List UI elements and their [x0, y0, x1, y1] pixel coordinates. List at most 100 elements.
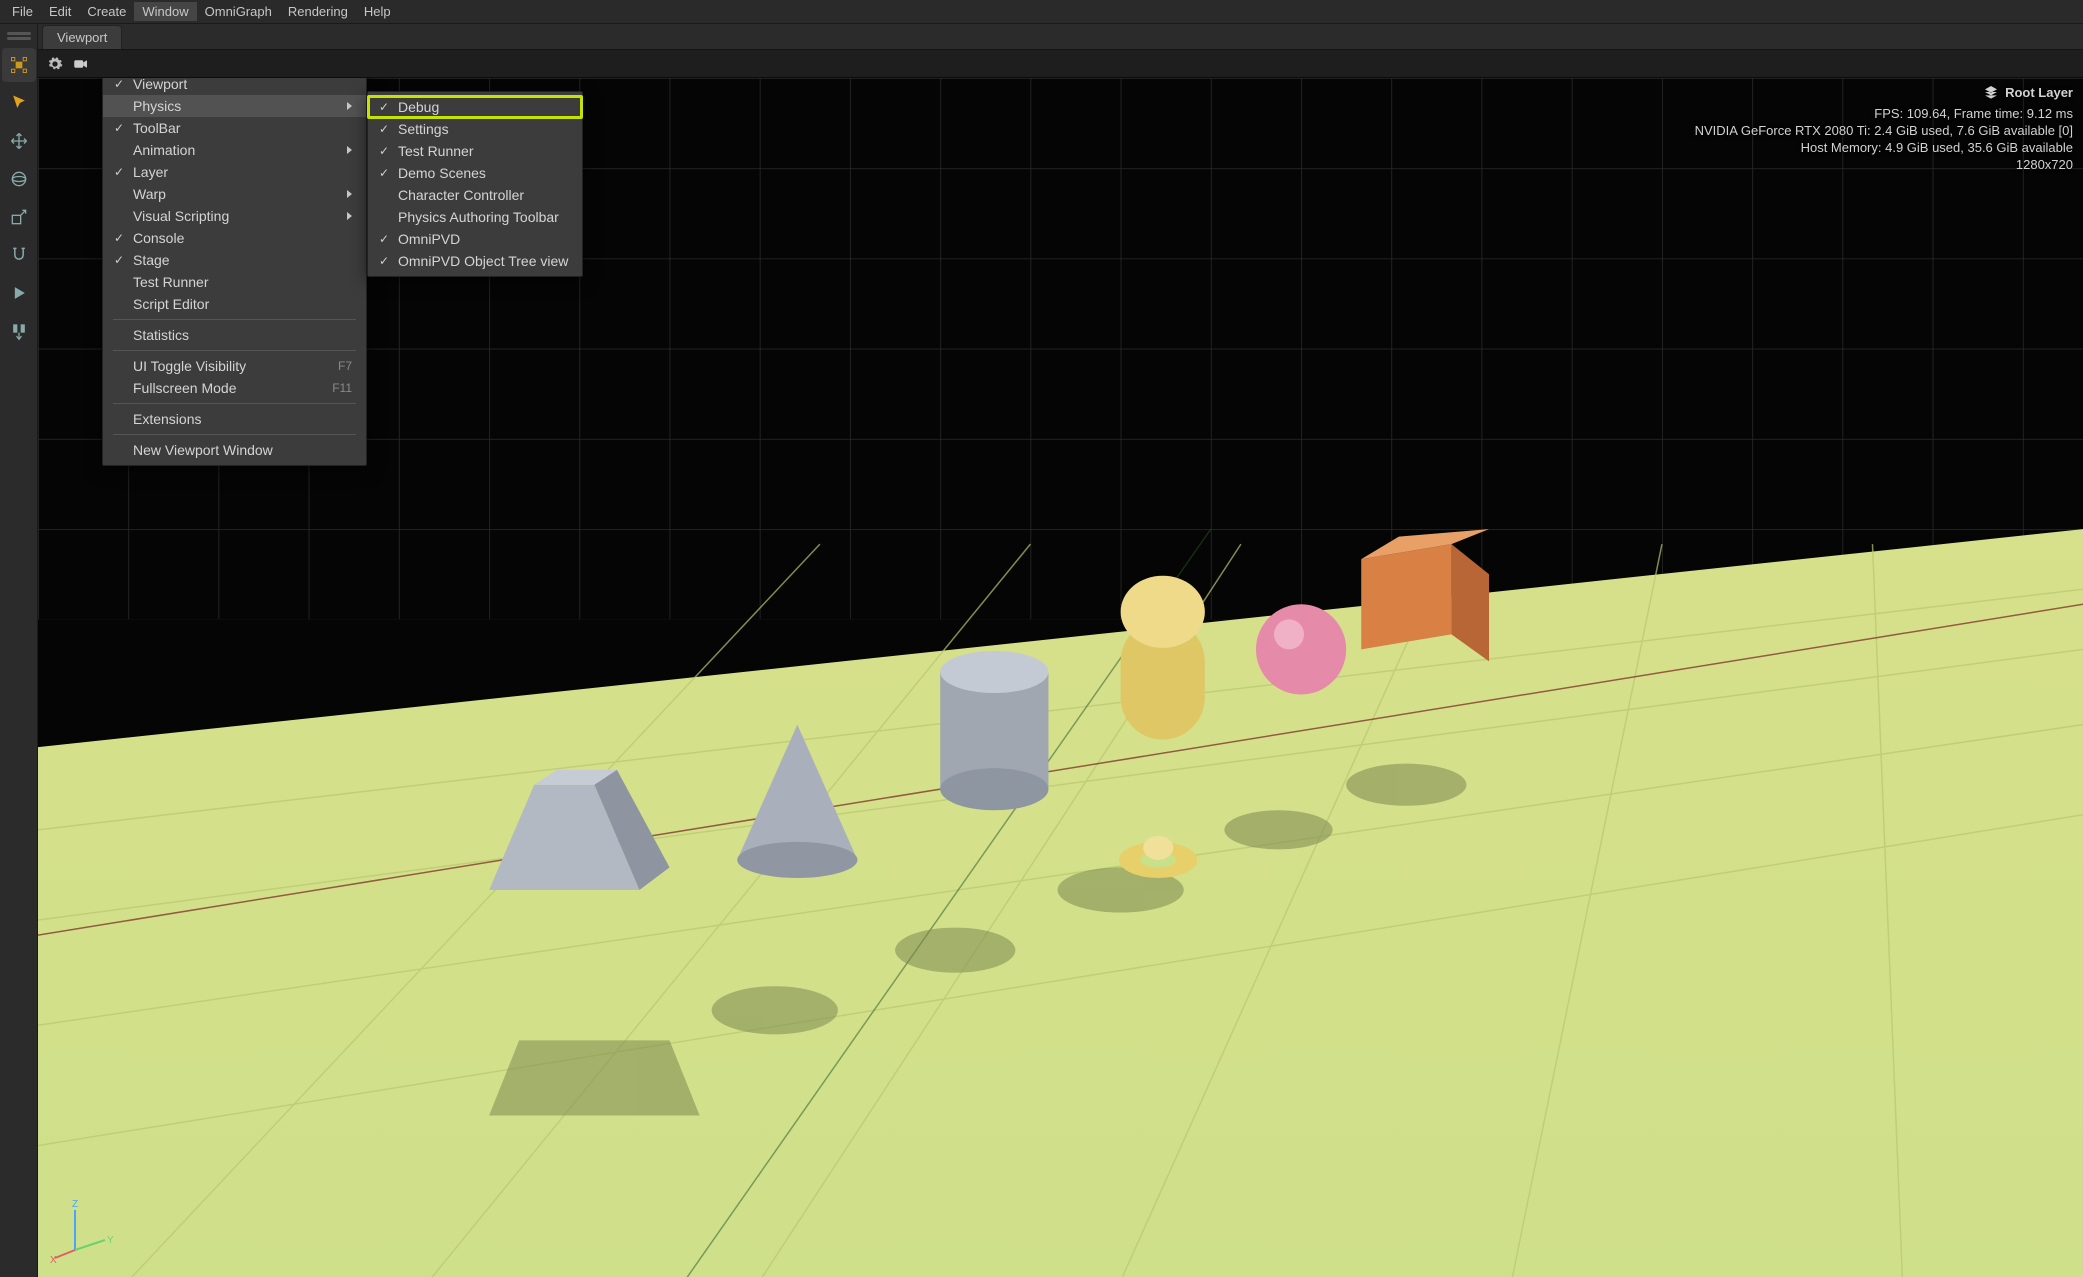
menu-item-label: Visual Scripting [133, 208, 339, 224]
physics-submenu-item-settings[interactable]: ✓Settings [368, 118, 582, 140]
physics-submenu-item-character-controller[interactable]: Character Controller [368, 184, 582, 206]
physics-submenu[interactable]: ✓Debug✓Settings✓Test Runner✓Demo ScenesC… [367, 91, 583, 277]
svg-text:X: X [50, 1255, 57, 1265]
check-icon: ✓ [376, 231, 392, 247]
axis-gizmo[interactable]: Z Y X [50, 1195, 120, 1265]
root-layer-label: Root Layer [2005, 85, 2073, 100]
window-menu-item-console[interactable]: ✓Console [103, 227, 366, 249]
check-icon [111, 296, 127, 312]
root-layer-button[interactable]: Root Layer [1695, 84, 2073, 100]
check-icon: ✓ [111, 164, 127, 180]
tab-viewport[interactable]: Viewport [42, 25, 122, 49]
check-icon: ✓ [111, 78, 127, 92]
menu-item-shortcut: F11 [332, 381, 352, 395]
check-icon [111, 186, 127, 202]
chevron-right-icon [347, 190, 352, 198]
menu-item-label: Demo Scenes [398, 165, 568, 181]
check-icon [111, 411, 127, 427]
check-icon [111, 208, 127, 224]
chevron-right-icon [347, 146, 352, 154]
menu-rendering[interactable]: Rendering [280, 2, 356, 21]
menu-create[interactable]: Create [79, 2, 134, 21]
check-icon: ✓ [111, 252, 127, 268]
physics-submenu-item-omnipvd[interactable]: ✓OmniPVD [368, 228, 582, 250]
layers-icon [1983, 84, 1999, 100]
menu-item-label: Physics [133, 98, 339, 114]
menu-item-shortcut: F7 [338, 359, 352, 373]
menubar[interactable]: File Edit Create Window OmniGraph Render… [0, 0, 2083, 24]
window-menu-item-fullscreen-mode[interactable]: Fullscreen ModeF11 [103, 377, 366, 399]
window-menu-item-ui-toggle-visibility[interactable]: UI Toggle Visibility F7 [103, 355, 366, 377]
check-icon: ✓ [111, 230, 127, 246]
select-tool[interactable] [2, 86, 36, 120]
viewport-toolbar [38, 50, 2083, 78]
menu-file[interactable]: File [4, 2, 41, 21]
physics-play-tool[interactable] [2, 314, 36, 348]
check-icon: ✓ [376, 253, 392, 269]
move-tool[interactable] [2, 124, 36, 158]
menu-item-label: Statistics [133, 327, 352, 343]
menu-separator [113, 403, 356, 404]
toolbar-grip[interactable] [7, 32, 31, 35]
window-menu-item-test-runner[interactable]: Test Runner [103, 271, 366, 293]
svg-text:Z: Z [72, 1199, 78, 1210]
menu-item-label: Test Runner [133, 274, 352, 290]
check-icon: ✓ [111, 120, 127, 136]
hud-gpu: NVIDIA GeForce RTX 2080 Ti: 2.4 GiB used… [1695, 123, 2073, 138]
physics-submenu-item-debug[interactable]: ✓Debug [368, 96, 582, 118]
check-icon [111, 380, 127, 396]
window-menu-item-stage[interactable]: ✓Stage [103, 249, 366, 271]
window-menu-item-layer[interactable]: ✓ Layer [103, 161, 366, 183]
window-menu-item-physics[interactable]: Physics [103, 95, 366, 117]
check-icon: ✓ [376, 99, 392, 115]
menu-item-label: Settings [398, 121, 568, 137]
window-menu-item-toolbar[interactable]: ✓ToolBar [103, 117, 366, 139]
window-dropdown[interactable]: ✓Content✓Property✓ViewportPhysics✓ToolBa… [102, 78, 367, 466]
window-menu-item-viewport[interactable]: ✓ Viewport [103, 78, 366, 95]
rotate-tool[interactable] [2, 162, 36, 196]
check-icon: ✓ [376, 165, 392, 181]
menu-item-label: Layer [133, 164, 352, 180]
menu-item-label: Extensions [133, 411, 352, 427]
window-menu-item-warp[interactable]: Warp [103, 183, 366, 205]
menu-item-label: Character Controller [398, 187, 568, 203]
hud-host-mem: Host Memory: 4.9 GiB used, 35.6 GiB avai… [1695, 140, 2073, 155]
window-menu-item-script-editor[interactable]: Script Editor [103, 293, 366, 315]
physics-submenu-item-physics-authoring-toolbar[interactable]: Physics Authoring Toolbar [368, 206, 582, 228]
window-menu-item-animation[interactable]: Animation [103, 139, 366, 161]
physics-submenu-item-test-runner[interactable]: ✓Test Runner [368, 140, 582, 162]
play-tool[interactable] [2, 276, 36, 310]
svg-text:Y: Y [107, 1235, 114, 1246]
viewport-canvas[interactable]: Root Layer FPS: 109.64, Frame time: 9.12… [38, 78, 2083, 1277]
menu-window[interactable]: Window [134, 2, 196, 21]
window-menu-item-extensions[interactable]: Extensions [103, 408, 366, 430]
check-icon [111, 98, 127, 114]
tab-row: Viewport [38, 24, 2083, 50]
chevron-right-icon [347, 212, 352, 220]
snap-tool[interactable] [2, 238, 36, 272]
hud-resolution: 1280x720 [1695, 157, 2073, 172]
menu-help[interactable]: Help [356, 2, 399, 21]
window-menu-item-statistics[interactable]: Statistics [103, 324, 366, 346]
gear-icon[interactable] [46, 55, 64, 73]
menu-item-label: Warp [133, 186, 339, 202]
menu-item-label: New Viewport Window [133, 442, 352, 458]
menu-edit[interactable]: Edit [41, 2, 79, 21]
camera-icon[interactable] [72, 55, 90, 73]
window-menu-item-visual-scripting[interactable]: Visual Scripting [103, 205, 366, 227]
menu-separator [113, 319, 356, 320]
menu-item-label: UI Toggle Visibility [133, 358, 318, 374]
toolbar-grip[interactable] [7, 37, 31, 40]
menu-omnigraph[interactable]: OmniGraph [197, 2, 280, 21]
window-menu-item-new-viewport-window[interactable]: New Viewport Window [103, 439, 366, 461]
prim-select-tool[interactable] [2, 48, 36, 82]
scale-tool[interactable] [2, 200, 36, 234]
menu-separator [113, 350, 356, 351]
check-icon [111, 142, 127, 158]
check-icon [111, 442, 127, 458]
menu-item-label: Viewport [133, 78, 352, 92]
physics-submenu-item-omnipvd-object-tree-view[interactable]: ✓OmniPVD Object Tree view [368, 250, 582, 272]
menu-item-label: Test Runner [398, 143, 568, 159]
physics-submenu-item-demo-scenes[interactable]: ✓ Demo Scenes [368, 162, 582, 184]
check-icon [376, 187, 392, 203]
